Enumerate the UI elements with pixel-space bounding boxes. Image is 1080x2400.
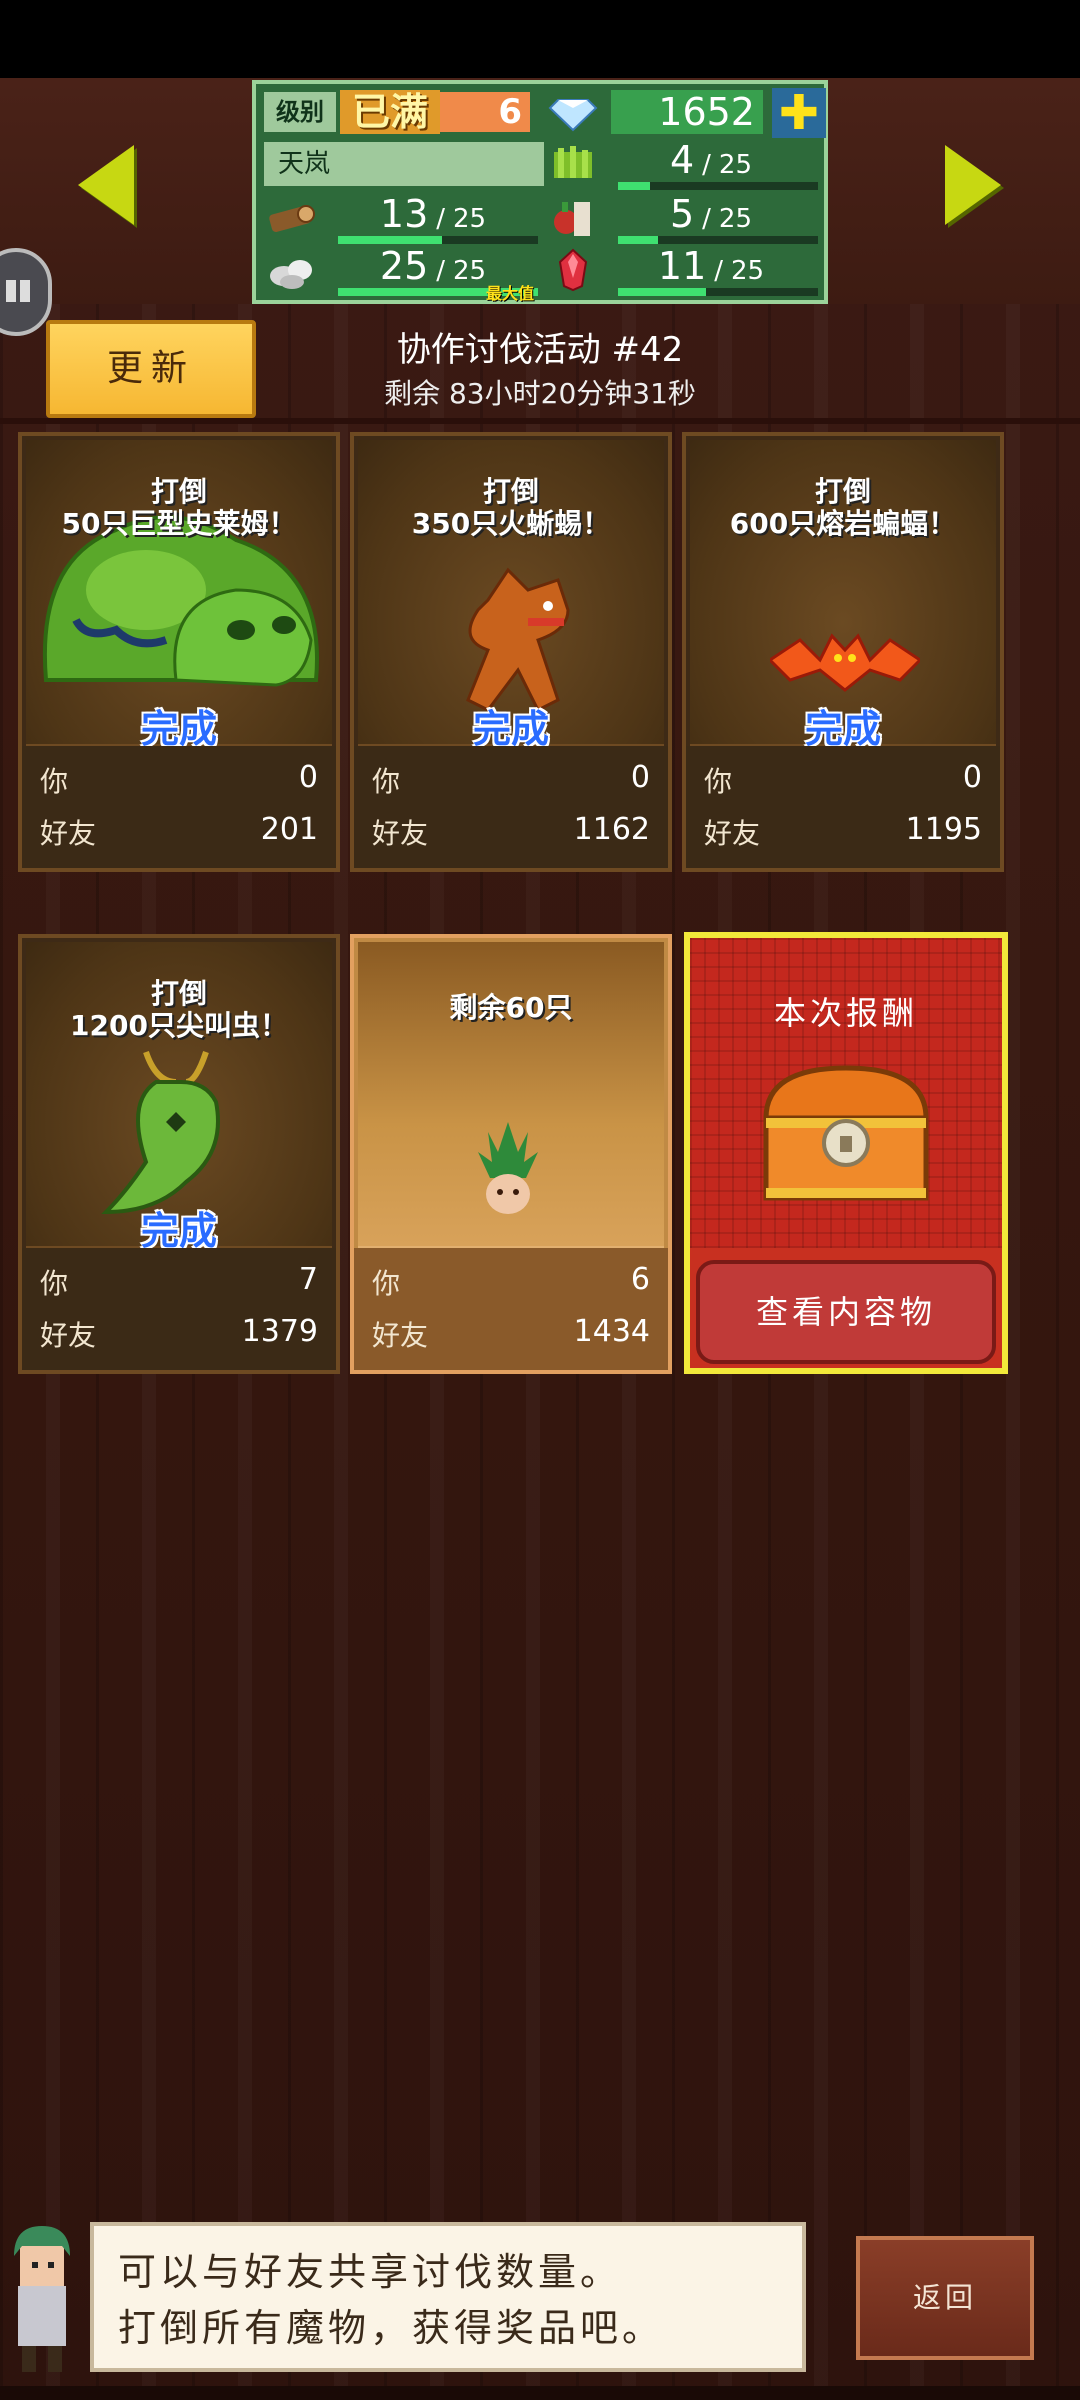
you-count: 0 xyxy=(962,760,982,795)
stone-max-tag: 最大值 xyxy=(486,284,535,303)
gem-count: 1652 xyxy=(611,90,763,134)
friends-label: 好友 xyxy=(704,817,761,850)
status-bar xyxy=(0,0,1080,78)
level-value: 6 xyxy=(440,92,530,132)
add-gems-button[interactable]: ✚ xyxy=(772,88,826,138)
card-goal: 打倒 1200只尖叫虫！ xyxy=(70,977,288,1042)
you-label: 你 xyxy=(704,765,733,798)
friends-count: 1162 xyxy=(573,812,650,847)
you-count: 6 xyxy=(630,1262,650,1297)
you-count: 7 xyxy=(298,1262,318,1297)
you-label: 你 xyxy=(40,1267,69,1300)
next-arrow-icon[interactable] xyxy=(945,145,1001,225)
ruby-icon xyxy=(558,248,588,292)
card-complete-label: 完成 xyxy=(472,707,549,751)
card-stats: 你 6 好友 1434 xyxy=(354,1248,668,1370)
food-count: 5/25 xyxy=(669,192,753,236)
level-max-badge: 已满 xyxy=(340,90,440,134)
ruby-count: 11/25 xyxy=(657,244,765,288)
food-icon xyxy=(554,202,590,236)
card-goal: 打倒 600只熔岩蝙蝠！ xyxy=(729,475,957,540)
dialog-text: 可以与好友共享讨伐数量。 打倒所有魔物，获得奖品吧。 xyxy=(118,2250,665,2350)
view-contents-button[interactable]: 查看内容物 xyxy=(696,1260,996,1364)
card-stats: 你 0 好友 1162 xyxy=(354,746,668,868)
ruby-progress xyxy=(618,288,818,296)
refresh-button[interactable]: 更新 xyxy=(46,320,256,418)
card-stats: 你 0 好友 1195 xyxy=(686,746,1000,868)
hunt-card-giant-slime[interactable]: 打倒 50只巨型史莱姆！ 完成 你 0 好友 201 xyxy=(18,432,340,872)
event-time-remaining: 剩余 83小时20分钟31秒 xyxy=(384,377,696,410)
bottom-strip xyxy=(0,2386,1080,2400)
stone-icon xyxy=(270,260,312,289)
card-art xyxy=(358,942,664,1250)
friends-label: 好友 xyxy=(40,817,97,850)
card-complete-label: 完成 xyxy=(804,707,881,751)
grass-icon xyxy=(554,146,592,178)
diamond-icon xyxy=(548,99,598,132)
hunt-card-screaming-worm[interactable]: 打倒 1200只尖叫虫！ 完成 你 7 好友 1379 xyxy=(18,934,340,1374)
event-title: 协作讨伐活动 #42 xyxy=(396,330,684,370)
lava-bat-icon xyxy=(770,633,920,692)
header-divider xyxy=(0,418,1080,424)
prev-arrow-icon[interactable] xyxy=(78,145,134,225)
tutorial-dialog: 可以与好友共享讨伐数量。 打倒所有魔物，获得奖品吧。 xyxy=(90,2222,806,2372)
card-complete-label: 完成 xyxy=(140,707,217,751)
card-complete-label: 完成 xyxy=(140,1209,217,1253)
grass-progress xyxy=(618,182,818,190)
friends-label: 好友 xyxy=(40,1319,97,1352)
card-stats: 你 0 好友 201 xyxy=(22,746,336,868)
friends-count: 1379 xyxy=(241,1314,318,1349)
food-progress xyxy=(618,236,818,244)
mandrake-icon xyxy=(478,1122,538,1214)
friends-count: 201 xyxy=(260,812,318,847)
hunt-card-fire-salamander[interactable]: 打倒 350只火蜥蜴！ 完成 你 0 好友 1162 xyxy=(350,432,672,872)
grass-count: 4/25 xyxy=(669,138,753,182)
wood-count: 13/25 xyxy=(379,192,487,236)
card-goal: 打倒 50只巨型史莱姆！ xyxy=(61,475,297,540)
reward-title: 本次报酬 xyxy=(773,994,918,1032)
you-label: 你 xyxy=(40,765,69,798)
reward-card[interactable]: 本次报酬 查看内容物 xyxy=(684,932,1008,1374)
you-label: 你 xyxy=(372,1267,401,1300)
wood-progress xyxy=(338,236,538,244)
friends-label: 好友 xyxy=(372,1319,429,1352)
player-name: 天岚 xyxy=(264,142,544,186)
level-label: 级别 xyxy=(264,92,336,132)
you-count: 0 xyxy=(630,760,650,795)
hunt-card-current[interactable]: 剩余60只 你 6 好友 1434 xyxy=(350,934,672,1374)
you-label: 你 xyxy=(372,765,401,798)
player-status-panel: 级别 已满 6 1652 ✚ 天岚 4/25 13/25 5/25 25/25 … xyxy=(252,80,828,304)
treasure-chest-icon xyxy=(763,1065,929,1201)
hunt-card-lava-bat[interactable]: 打倒 600只熔岩蝙蝠！ 完成 你 0 好友 1195 xyxy=(682,432,1004,872)
you-count: 0 xyxy=(298,760,318,795)
guide-character-avatar xyxy=(14,2226,70,2372)
wood-log-icon xyxy=(269,205,315,232)
friends-count: 1434 xyxy=(573,1314,650,1349)
friends-count: 1195 xyxy=(905,812,982,847)
card-goal: 打倒 350只火蜥蜴！ xyxy=(411,475,611,540)
card-stats: 你 7 好友 1379 xyxy=(22,1248,336,1370)
back-button[interactable]: 返回 xyxy=(856,2236,1034,2360)
card-goal: 剩余60只 xyxy=(449,991,573,1024)
friends-label: 好友 xyxy=(372,817,429,850)
